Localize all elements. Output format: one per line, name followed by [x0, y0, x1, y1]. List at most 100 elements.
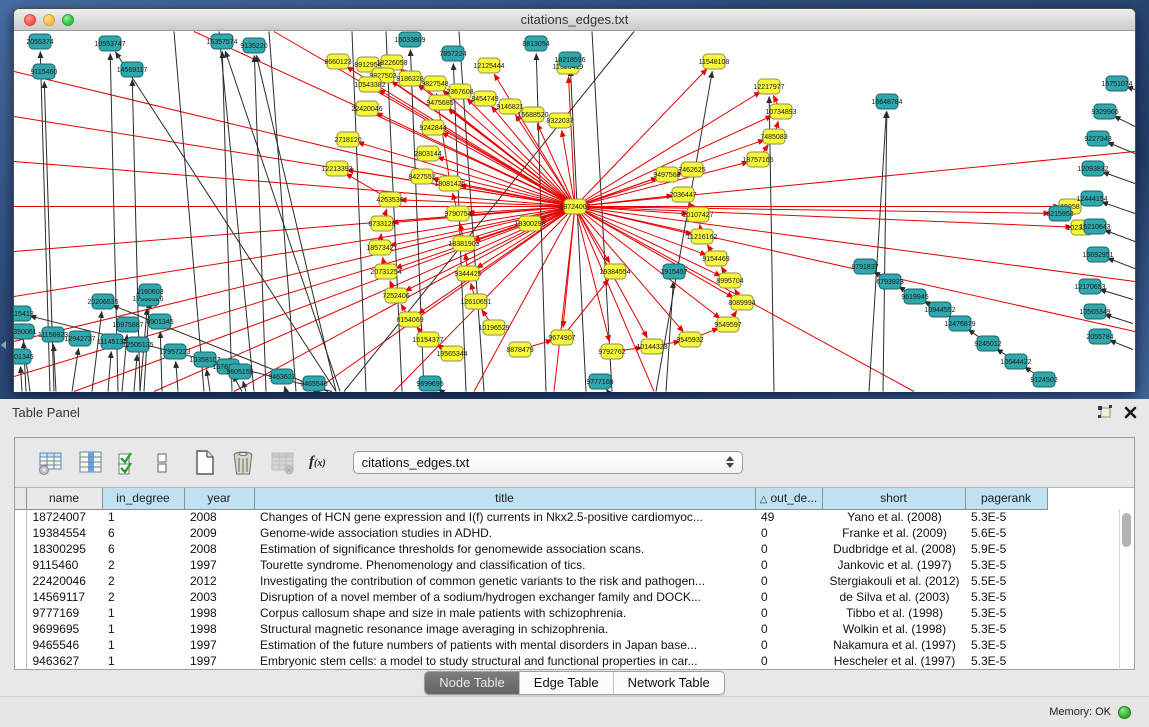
network-node[interactable]: 16154377 [412, 332, 443, 347]
network-node[interactable]: 18300295 [514, 216, 545, 231]
cell-title[interactable]: Changes of HCN gene expression and I(f) … [254, 509, 755, 525]
cell-short[interactable]: Stergiakouli et al. (2012) [822, 573, 965, 589]
network-node[interactable]: 8089994 [728, 295, 755, 310]
cell-short[interactable]: Hescheler et al. (1997) [822, 653, 965, 669]
cell-year[interactable]: 2012 [184, 573, 254, 589]
network-node[interactable]: 9699695 [416, 376, 443, 391]
cell-short[interactable]: Wolkin et al. (1998) [822, 621, 965, 637]
network-node[interactable]: 7252406 [382, 288, 409, 303]
network-node[interactable]: 10107427 [682, 207, 713, 222]
network-node[interactable]: 3915413 [14, 306, 34, 321]
table-row[interactable]: 911546021997Tourette syndrome. Phenomeno… [15, 557, 1047, 573]
network-node[interactable]: 18081425 [434, 176, 465, 191]
table-row[interactable]: 2242004622012Investigating the contribut… [15, 573, 1047, 589]
show-columns-button[interactable] [77, 450, 104, 476]
network-node[interactable]: 10944552 [924, 302, 955, 317]
cell-name[interactable]: 22420046 [26, 573, 102, 589]
network-canvas[interactable]: 1872400786601238912954182260589827503818… [14, 31, 1135, 392]
network-node[interactable]: 12942737 [64, 331, 95, 346]
cell-year[interactable]: 1997 [184, 653, 254, 669]
network-node[interactable]: 2055784 [1086, 329, 1113, 344]
cell-out_degree[interactable]: 0 [755, 605, 822, 621]
network-node[interactable]: 22420046 [351, 101, 382, 116]
delete-button[interactable] [230, 449, 256, 476]
cell-in_degree[interactable]: 1 [102, 621, 184, 637]
cell-short[interactable]: Yano et al. (2008) [822, 509, 965, 525]
network-node[interactable]: 2055374 [26, 34, 53, 49]
network-node[interactable]: 18724007 [559, 199, 590, 214]
cell-name[interactable]: 19384554 [26, 525, 102, 541]
network-node[interactable]: 8427552 [408, 169, 435, 184]
cell-name[interactable]: 9115460 [26, 557, 102, 573]
network-node[interactable]: 12213393 [321, 161, 352, 176]
network-node[interactable]: 10543382 [354, 77, 385, 92]
cell-out_degree[interactable]: 0 [755, 525, 822, 541]
network-node[interactable]: 9154469 [702, 251, 729, 266]
cell-title[interactable]: Estimation of the future numbers of pati… [254, 637, 755, 653]
tab-network-table[interactable]: Network Table [613, 672, 724, 694]
network-node[interactable]: 8454749 [471, 91, 498, 106]
table-row[interactable]: 946554611997Estimation of the future num… [15, 637, 1047, 653]
network-node[interactable]: 12217977 [753, 79, 784, 94]
column-header-in_degree[interactable]: in_degree [102, 488, 184, 509]
network-node[interactable]: 9242844 [419, 120, 446, 135]
cell-in_degree[interactable]: 6 [102, 541, 184, 557]
network-node[interactable]: 17957223 [159, 344, 190, 359]
cell-out_degree[interactable]: 0 [755, 589, 822, 605]
network-node[interactable]: 7857224 [439, 46, 466, 61]
cell-out_degree[interactable]: 0 [755, 573, 822, 589]
cell-title[interactable]: Embryonic stem cells: a model to study s… [254, 653, 755, 669]
float-panel-button[interactable] [1097, 405, 1112, 419]
network-node[interactable]: 1857342 [366, 240, 393, 255]
network-node[interactable]: 9344425 [454, 266, 481, 281]
cell-name[interactable]: 9463627 [26, 653, 102, 669]
network-node[interactable]: 9605155 [226, 364, 253, 379]
collapse-panel-arrow-icon[interactable] [1, 341, 6, 349]
network-node[interactable]: 9619945 [901, 289, 928, 304]
network-node[interactable]: 10975887 [112, 317, 143, 332]
cell-pagerank[interactable]: 5.3E-5 [965, 589, 1047, 605]
network-node[interactable]: 12125444 [473, 58, 504, 73]
network-node[interactable]: 1915457 [660, 264, 687, 279]
cell-name[interactable]: 9465546 [26, 637, 102, 653]
network-node[interactable]: 2718120 [334, 132, 361, 147]
table-row[interactable]: 1456911722003Disruption of a novel membe… [15, 589, 1047, 605]
table-row[interactable]: 1938455462009Genome-wide association stu… [15, 525, 1047, 541]
column-header-title[interactable]: title [254, 488, 755, 509]
network-node[interactable]: 16033809 [394, 32, 425, 47]
network-node[interactable]: 7485083 [760, 129, 787, 144]
cell-in_degree[interactable]: 1 [102, 653, 184, 669]
cell-short[interactable]: Franke et al. (2009) [822, 525, 965, 541]
network-node[interactable]: 11156823 [38, 327, 68, 342]
cell-year[interactable]: 1998 [184, 605, 254, 621]
function-builder-button[interactable]: f(x) [309, 454, 326, 471]
cell-pagerank[interactable]: 5.3E-5 [965, 605, 1047, 621]
tab-edge-table[interactable]: Edge Table [519, 672, 613, 694]
network-node[interactable]: 7462625 [678, 162, 705, 177]
network-node[interactable]: 15751074 [1101, 76, 1132, 91]
network-node[interactable]: 8660123 [324, 54, 351, 69]
row-height-button[interactable] [154, 450, 170, 476]
zoom-window-button[interactable] [62, 14, 74, 26]
table-row[interactable]: 946362711997Embryonic stem cells: a mode… [15, 653, 1047, 669]
cell-in_degree[interactable]: 6 [102, 525, 184, 541]
cell-title[interactable]: Genome-wide association studies in ADHD. [254, 525, 755, 541]
network-node[interactable]: 8215953 [1046, 206, 1073, 221]
network-node[interactable]: 11216162 [687, 229, 718, 244]
network-node[interactable]: 2036447 [669, 187, 696, 202]
cell-pagerank[interactable]: 5.3E-5 [965, 653, 1047, 669]
network-node[interactable]: 9124502 [1030, 372, 1057, 387]
network-node[interactable]: 9674907 [548, 330, 575, 345]
new-table-button[interactable] [193, 449, 217, 476]
network-node[interactable]: 20731254 [370, 264, 401, 279]
network-window-titlebar[interactable]: citations_edges.txt [14, 9, 1135, 31]
select-all-button[interactable] [117, 450, 141, 476]
network-node[interactable]: 8322037 [546, 113, 573, 128]
network-node[interactable]: 18381903 [448, 236, 479, 251]
network-node[interactable]: 8813054 [522, 36, 549, 51]
network-node[interactable]: 9790754 [444, 206, 471, 221]
cell-name[interactable]: 9699695 [26, 621, 102, 637]
cell-pagerank[interactable]: 5.3E-5 [965, 509, 1047, 525]
cell-year[interactable]: 1997 [184, 637, 254, 653]
network-node[interactable]: 12170653 [1074, 279, 1105, 294]
